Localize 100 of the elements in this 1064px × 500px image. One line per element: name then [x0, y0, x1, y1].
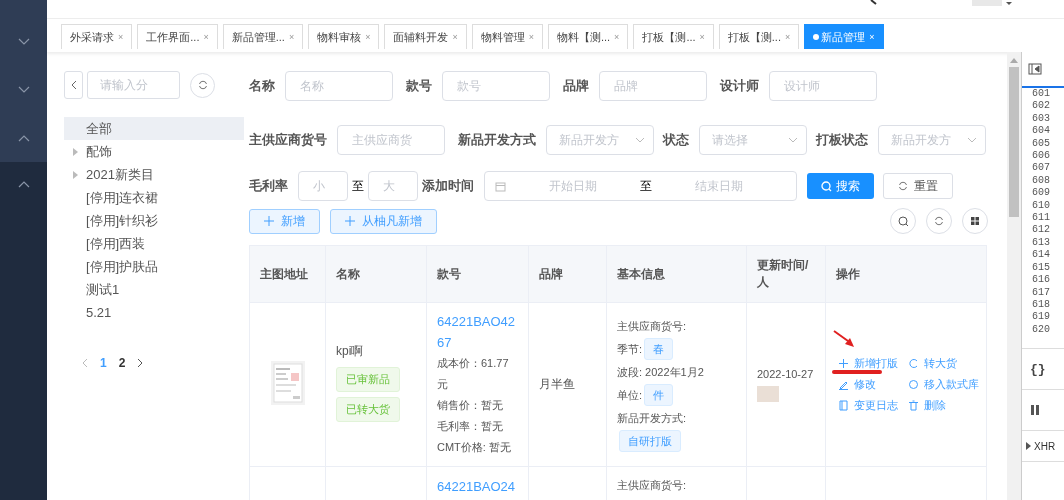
info-tag: 春: [644, 337, 674, 360]
tree-item[interactable]: 5.21: [64, 301, 244, 324]
tree-item[interactable]: [停用]护肤品: [64, 255, 244, 278]
filter-field[interactable]: 款号: [442, 71, 550, 101]
date-range-field[interactable]: 开始日期 至 结束日期: [484, 171, 797, 201]
line-number: 613: [1032, 236, 1051, 250]
line-number: 602: [1032, 100, 1051, 113]
calendar-icon: [495, 180, 506, 192]
update-time: 2022-10-27: [757, 367, 814, 380]
refresh-button[interactable]: [190, 72, 215, 98]
tab[interactable]: 物料【测... ×: [547, 24, 629, 49]
category-search-field[interactable]: 请输入分: [87, 71, 180, 99]
line-number: 606: [1032, 150, 1051, 163]
previous-page-icon[interactable]: [82, 358, 88, 368]
column-header: 基本信息: [606, 245, 747, 303]
filter-field[interactable]: 名称: [285, 71, 393, 101]
filter-field[interactable]: 品牌: [599, 71, 707, 101]
info-text: 波段: 2022年1月2: [617, 364, 705, 380]
column-header: 操作: [825, 245, 987, 303]
plus-icon: [264, 216, 274, 226]
refresh-button[interactable]: [926, 208, 952, 234]
tab[interactable]: 面辅料开发 ×: [384, 24, 467, 49]
info-tag: 件: [644, 383, 674, 406]
pause-icon[interactable]: [1030, 404, 1040, 416]
expand-icon[interactable]: [72, 170, 78, 179]
info-text: 新品开发方式:: [617, 410, 688, 426]
tab[interactable]: 工作界面... ×: [137, 24, 218, 49]
chevron-down-icon: [788, 137, 798, 143]
line-number: 618: [1032, 298, 1051, 312]
annotation-arrow: [833, 330, 855, 348]
price-text: 成本价：61.77元: [437, 356, 510, 392]
filter-label: 名称: [249, 77, 275, 95]
line-number: 601: [1032, 88, 1051, 101]
tab[interactable]: 物料审核 ×: [308, 24, 380, 49]
tab[interactable]: 打板【测... ×: [718, 24, 800, 49]
filter-label: 毛利率: [249, 177, 288, 195]
search-button[interactable]: [890, 208, 916, 234]
filter-field[interactable]: 设计师: [769, 71, 877, 101]
price-text: CMT价格: 暂无: [437, 440, 512, 455]
tree-item[interactable]: 配饰: [64, 140, 244, 163]
chevron-down-icon: [967, 137, 977, 143]
expand-icon: [1026, 442, 1031, 450]
chevron-icon[interactable]: [17, 180, 30, 188]
line-number: 607: [1032, 162, 1051, 175]
tab[interactable]: 打板【测... ×: [633, 24, 714, 49]
scrollbar-thumb[interactable]: [1009, 67, 1019, 217]
tree-item[interactable]: 2021新类目: [64, 163, 244, 186]
line-number: 616: [1032, 274, 1051, 287]
redacted-mark: [757, 385, 779, 402]
annotation-underline: [832, 370, 882, 374]
filter-label: 添加时间: [422, 177, 474, 195]
tree-item[interactable]: 全部: [64, 117, 244, 140]
line-number: 604: [1032, 125, 1051, 138]
grid-icon: [970, 216, 980, 226]
convert-icon: [908, 358, 919, 369]
tab[interactable]: 物料管理 ×: [471, 24, 543, 49]
tree-item[interactable]: 测试1: [64, 278, 244, 301]
line-number: 610: [1032, 199, 1051, 213]
panel-toggle-icon[interactable]: [1028, 63, 1042, 75]
filter-label: 新品开发方式: [458, 131, 536, 149]
move-icon: [908, 379, 919, 390]
expand-icon[interactable]: [72, 147, 78, 156]
scroll-up-icon[interactable]: [1010, 58, 1018, 63]
edit-icon: [838, 379, 849, 390]
page-number[interactable]: 2: [118, 356, 126, 370]
max-field[interactable]: 大: [368, 171, 418, 201]
status-tag: 已审新品: [336, 366, 400, 392]
info-label: 季节:: [617, 341, 643, 357]
xhr-section[interactable]: XHR: [1022, 431, 1064, 462]
format-button[interactable]: {}: [1030, 361, 1046, 377]
line-number: 608: [1032, 174, 1051, 188]
chevron-icon[interactable]: [17, 38, 30, 46]
tab[interactable]: 新品管理... ×: [222, 24, 304, 49]
line-number: 611: [1032, 212, 1051, 225]
line-number: 617: [1032, 286, 1051, 299]
column-header: 名称: [325, 245, 427, 303]
column-header: 品牌: [528, 245, 607, 303]
column-header: 更新时间/人: [746, 245, 826, 303]
chevron-down-icon: [635, 137, 645, 143]
product-name: kpi啊: [336, 342, 365, 360]
tree-item[interactable]: [停用]西装: [64, 232, 244, 255]
tree-item[interactable]: [停用]针织衫: [64, 209, 244, 232]
plus-icon: [345, 216, 355, 226]
filter-label: 状态: [663, 131, 689, 149]
refresh-icon: [197, 80, 208, 90]
delete-icon: [908, 400, 919, 411]
next-page-icon[interactable]: [137, 358, 144, 368]
filter-label: 主供应商货号: [249, 131, 327, 149]
scrollbar[interactable]: [1007, 52, 1021, 500]
reset-button[interactable]: 重置: [883, 173, 953, 199]
grid-button[interactable]: [962, 208, 988, 234]
min-field[interactable]: 小: [298, 171, 348, 201]
line-number: 612: [1032, 224, 1051, 237]
info-tag: 自研打版: [619, 429, 681, 452]
tree-item[interactable]: [停用]连衣裙: [64, 186, 244, 209]
chevron-icon[interactable]: [17, 134, 30, 142]
chevron-icon[interactable]: [17, 86, 30, 94]
refresh-icon: [934, 216, 944, 226]
info-label: 单位:: [617, 387, 643, 403]
tab[interactable]: 外采请求 ×: [61, 24, 133, 49]
